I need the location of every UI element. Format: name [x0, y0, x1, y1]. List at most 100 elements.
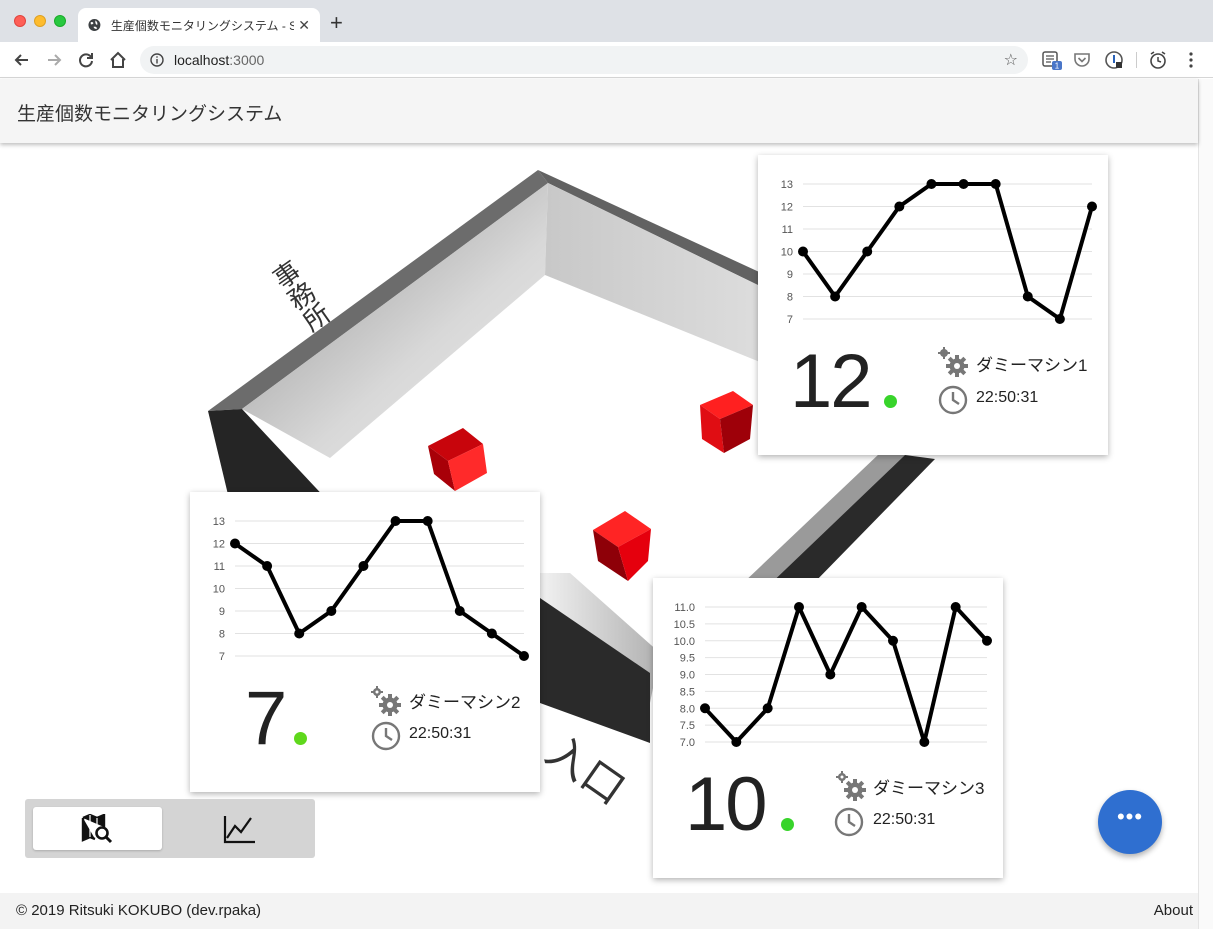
gears-icon	[836, 771, 866, 801]
map-view-button[interactable]	[33, 807, 162, 850]
last-update-time: 22:50:31	[976, 389, 1039, 406]
forward-arrow-icon[interactable]	[44, 50, 64, 70]
back-arrow-icon[interactable]	[12, 50, 32, 70]
production-line-chart: 7 8 9 10 11 12 13	[781, 179, 1097, 326]
data-point	[230, 538, 240, 549]
data-point	[1087, 201, 1097, 212]
production-count: 10	[685, 762, 768, 847]
alarm-clock-extension-icon[interactable]	[1148, 50, 1168, 70]
machine-card[interactable]: 7.0 7.5 8.0 8.5 9.0 9.5 10.0 10.5 11.0 10 ダミーマシン…	[653, 578, 1003, 878]
y-tick-label: 10	[213, 584, 225, 596]
data-point	[990, 179, 1001, 189]
data-point	[856, 602, 867, 612]
y-tick-label: 13	[213, 516, 225, 528]
data-point	[486, 628, 497, 639]
status-dot	[884, 395, 897, 408]
y-tick-label: 8.0	[680, 703, 695, 715]
map-search-icon	[81, 814, 113, 844]
data-point	[422, 516, 433, 526]
y-tick-label: 13	[781, 179, 793, 191]
tab-close-icon[interactable]: ✕	[298, 17, 310, 34]
factory-floor-map[interactable]: 事務所 入口 7 8 9 10 11 12 13 12 ダミーマシン1 22:50:31 7…	[0, 143, 1198, 893]
data-point	[830, 291, 841, 302]
y-tick-label: 8	[219, 629, 225, 641]
machine-card[interactable]: 7 8 9 10 11 12 13 7 ダミーマシン2 22:50:31	[190, 492, 540, 792]
data-point	[358, 561, 369, 571]
status-dot	[294, 732, 307, 745]
y-tick-label: 10.0	[674, 636, 695, 648]
y-tick-label: 11.0	[674, 602, 695, 614]
machine-name: ダミーマシン2	[409, 693, 521, 712]
clock-icon	[834, 807, 864, 837]
bookmark-star-icon[interactable]: ☆	[1004, 50, 1018, 70]
chart-view-button[interactable]	[171, 807, 307, 850]
window-zoom-button[interactable]	[54, 15, 66, 27]
extension-badge: 1	[1055, 62, 1060, 71]
last-update-time: 22:50:31	[409, 725, 472, 742]
y-tick-label: 7.0	[680, 737, 695, 749]
production-line-chart: 7.0 7.5 8.0 8.5 9.0 9.5 10.0 10.5 11.0	[674, 602, 992, 749]
clock-icon	[371, 721, 401, 751]
reload-icon[interactable]	[76, 50, 96, 70]
browser-tab-strip: 生産個数モニタリングシステム - S ✕ +	[0, 0, 1213, 42]
data-point	[519, 651, 529, 661]
gears-icon	[371, 686, 401, 716]
globe-icon	[88, 19, 101, 31]
y-tick-label: 9.0	[680, 670, 695, 682]
production-count: 12	[790, 339, 873, 424]
browser-tab[interactable]: 生産個数モニタリングシステム - S ✕	[78, 8, 320, 42]
data-point	[1054, 314, 1065, 324]
window-close-button[interactable]	[14, 15, 26, 27]
data-point	[731, 737, 742, 747]
last-update-time: 22:50:31	[873, 811, 936, 828]
y-tick-label: 10.5	[674, 619, 695, 631]
machine-card[interactable]: 7 8 9 10 11 12 13 12 ダミーマシン1 22:50:31	[758, 155, 1108, 455]
data-point	[958, 179, 969, 189]
entrance-label: 入口	[537, 726, 634, 814]
production-line-chart: 7 8 9 10 11 12 13	[213, 516, 529, 663]
reader-extension-icon[interactable]: 1	[1042, 50, 1062, 70]
footer: © 2019 Ritsuki KOKUBO (dev.rpaka) About	[0, 893, 1198, 929]
page-title: 生産個数モニタリングシステム	[17, 104, 283, 125]
data-point	[982, 635, 992, 646]
more-actions-fab[interactable]: •••	[1098, 790, 1162, 854]
data-point	[294, 628, 305, 639]
y-tick-label: 12	[213, 539, 225, 551]
info-icon[interactable]	[150, 53, 164, 67]
data-point	[798, 246, 808, 257]
data-point	[950, 602, 961, 612]
y-tick-label: 12	[781, 202, 793, 214]
gears-icon	[938, 347, 968, 377]
pocket-icon[interactable]	[1072, 50, 1092, 70]
y-tick-label: 11	[214, 561, 225, 573]
more-horizontal-icon: •••	[1116, 804, 1144, 829]
data-point	[919, 737, 930, 747]
browser-menu-icon[interactable]	[1181, 50, 1201, 70]
data-point	[888, 635, 898, 646]
password-manager-icon[interactable]	[1104, 50, 1124, 70]
y-tick-label: 7	[219, 651, 225, 663]
view-toggle-group	[25, 799, 315, 858]
machine-name: ダミーマシン1	[976, 356, 1088, 375]
line-chart-icon	[223, 816, 255, 844]
y-tick-label: 9.5	[680, 653, 695, 665]
y-tick-label: 9	[219, 606, 225, 618]
data-point	[1022, 291, 1033, 302]
window-minimize-button[interactable]	[34, 15, 46, 27]
app-bar: 生産個数モニタリングシステム	[0, 79, 1198, 143]
y-tick-label: 7.5	[680, 720, 695, 732]
production-count: 7	[245, 676, 287, 761]
y-tick-label: 7	[787, 314, 793, 326]
home-icon[interactable]	[108, 50, 128, 70]
browser-toolbar: localhost:3000 ☆ 1	[0, 42, 1213, 78]
new-tab-button[interactable]: +	[330, 12, 343, 34]
address-bar[interactable]: localhost:3000 ☆	[140, 46, 1028, 74]
status-dot	[781, 818, 794, 831]
data-point	[700, 703, 710, 714]
copyright-text: © 2019 Ritsuki KOKUBO (dev.rpaka)	[16, 902, 262, 919]
scrollbar[interactable]	[1198, 79, 1213, 929]
machine-name: ダミーマシン3	[873, 779, 985, 798]
toolbar-divider	[1136, 52, 1137, 68]
clock-icon	[938, 385, 968, 415]
about-link[interactable]: About	[1154, 902, 1193, 919]
